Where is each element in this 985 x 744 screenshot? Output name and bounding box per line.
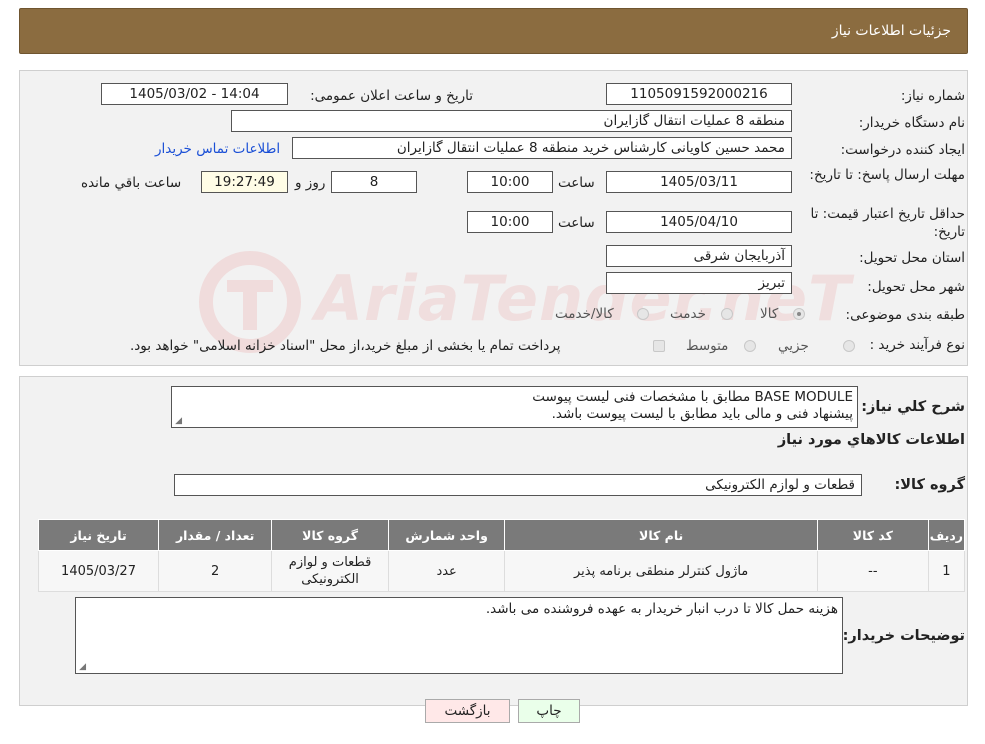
days-label: روز و (295, 175, 326, 191)
province-label: استان محل تحویل: (859, 250, 965, 266)
col-group: گروه کالا (271, 519, 389, 551)
treasury-checkbox[interactable] (653, 340, 665, 352)
resize-grip-icon[interactable]: ◢ (174, 417, 182, 426)
category-option-both: کالا/خدمت (555, 306, 614, 322)
validity-date-field: 1405/04/10 (606, 211, 792, 233)
days-field: 8 (331, 171, 417, 193)
cell-need-date: 1405/03/27 (37, 550, 160, 592)
col-name: نام کالا (504, 519, 818, 551)
validity-time-label: ساعت (558, 215, 595, 231)
col-quantity: تعداد / مقدار (158, 519, 273, 551)
need-number-field: 1105091592000216 (606, 83, 792, 105)
creator-label: ایجاد کننده درخواست: (840, 142, 965, 158)
items-table: رديف کد کالا نام کالا واحد شمارش گروه کا… (37, 519, 966, 592)
city-field: تبریز (606, 272, 792, 294)
process-note: پرداخت تمام یا بخشی از مبلغ خرید،از محل … (130, 338, 561, 354)
table-header-row: رديف کد کالا نام کالا واحد شمارش گروه کا… (37, 519, 966, 551)
remaining-time-field: 19:27:49 (201, 171, 288, 193)
page-header: جزئیات اطلاعات نیاز (19, 8, 968, 54)
deadline-time-label: ساعت (558, 175, 595, 191)
buyer-contact-link[interactable]: اطلاعات تماس خریدار (155, 141, 280, 157)
description-line-2: پیشنهاد فنی و مالی باید مطابق با لیست پی… (551, 406, 853, 422)
remaining-label: ساعت باقي مانده (81, 175, 182, 191)
cell-name: ماژول کنترلر منطقی برنامه پذیر (504, 550, 818, 592)
city-label: شهر محل تحویل: (867, 279, 965, 295)
creator-field: محمد حسین کاویانی کارشناس خرید منطقه 8 ع… (292, 137, 792, 159)
back-button[interactable]: بازگشت (425, 699, 510, 723)
cell-row-number: 1 (927, 550, 966, 592)
cell-unit: عدد (387, 550, 506, 592)
print-button[interactable]: چاپ (518, 699, 580, 723)
goods-info-title: اطلاعات کالاهاي مورد نياز (777, 432, 965, 448)
category-radio-both[interactable] (637, 308, 649, 320)
description-textarea[interactable]: BASE MODULE مطابق با مشخصات فنی لیست پیو… (171, 386, 858, 428)
cell-quantity: 2 (158, 550, 273, 592)
goods-group-label: گروه کالا: (894, 477, 965, 493)
description-line-1: BASE MODULE مطابق با مشخصات فنی لیست پیو… (532, 389, 853, 405)
process-option-medium: متوسط (686, 338, 729, 354)
category-label: طبقه بندی موضوعی: (845, 307, 965, 323)
deadline-label: مهلت ارسال پاسخ: تا تاریخ: (809, 167, 965, 183)
buyer-notes-label: توضیحات خریدار: (842, 628, 965, 644)
category-option-goods: کالا (760, 306, 779, 322)
cell-code: -- (816, 550, 929, 592)
resize-grip-icon[interactable]: ◢ (78, 663, 86, 672)
buyer-org-label: نام دستگاه خریدار: (858, 115, 965, 131)
category-radio-service[interactable] (721, 308, 733, 320)
process-label: نوع فرآیند خرید : (869, 337, 965, 353)
process-option-small: جزیي (778, 338, 809, 354)
cell-group: قطعات و لوازم الکترونیکی (271, 550, 389, 592)
validity-time-field: 10:00 (467, 211, 553, 233)
deadline-date-field: 1405/03/11 (606, 171, 792, 193)
announce-field: 1405/03/02 - 14:04 (101, 83, 288, 105)
col-row-number: رديف (927, 519, 966, 551)
need-number-label: شماره نیاز: (900, 88, 965, 104)
buyer-notes-text: هزینه حمل کالا تا درب انبار خریدار به عه… (485, 601, 838, 617)
announce-label: تاریخ و ساعت اعلان عمومی: (310, 88, 473, 104)
goods-group-field: قطعات و لوازم الکترونیکی (174, 474, 862, 496)
buyer-notes-textarea[interactable]: هزینه حمل کالا تا درب انبار خریدار به عه… (75, 597, 843, 674)
process-radio-medium[interactable] (744, 340, 756, 352)
process-radio-small[interactable] (843, 340, 855, 352)
page-title: جزئیات اطلاعات نیاز (831, 23, 951, 39)
description-label: شرح کلي نياز: (861, 399, 965, 415)
category-option-service: خدمت (670, 306, 706, 322)
col-need-date: تاریخ نیاز (37, 519, 160, 551)
col-unit: واحد شمارش (387, 519, 506, 551)
table-row[interactable]: 1 -- ماژول کنترلر منطقی برنامه پذیر عدد … (37, 550, 966, 592)
province-field: آذربایجان شرقی (606, 245, 792, 267)
col-code: کد کالا (816, 519, 929, 551)
category-radio-goods[interactable] (793, 308, 805, 320)
validity-label: حداقل تاریخ اعتبار قیمت: تا تاریخ: (810, 206, 965, 240)
buyer-org-field: منطقه 8 عملیات انتقال گازایران (231, 110, 792, 132)
deadline-time-field: 10:00 (467, 171, 553, 193)
